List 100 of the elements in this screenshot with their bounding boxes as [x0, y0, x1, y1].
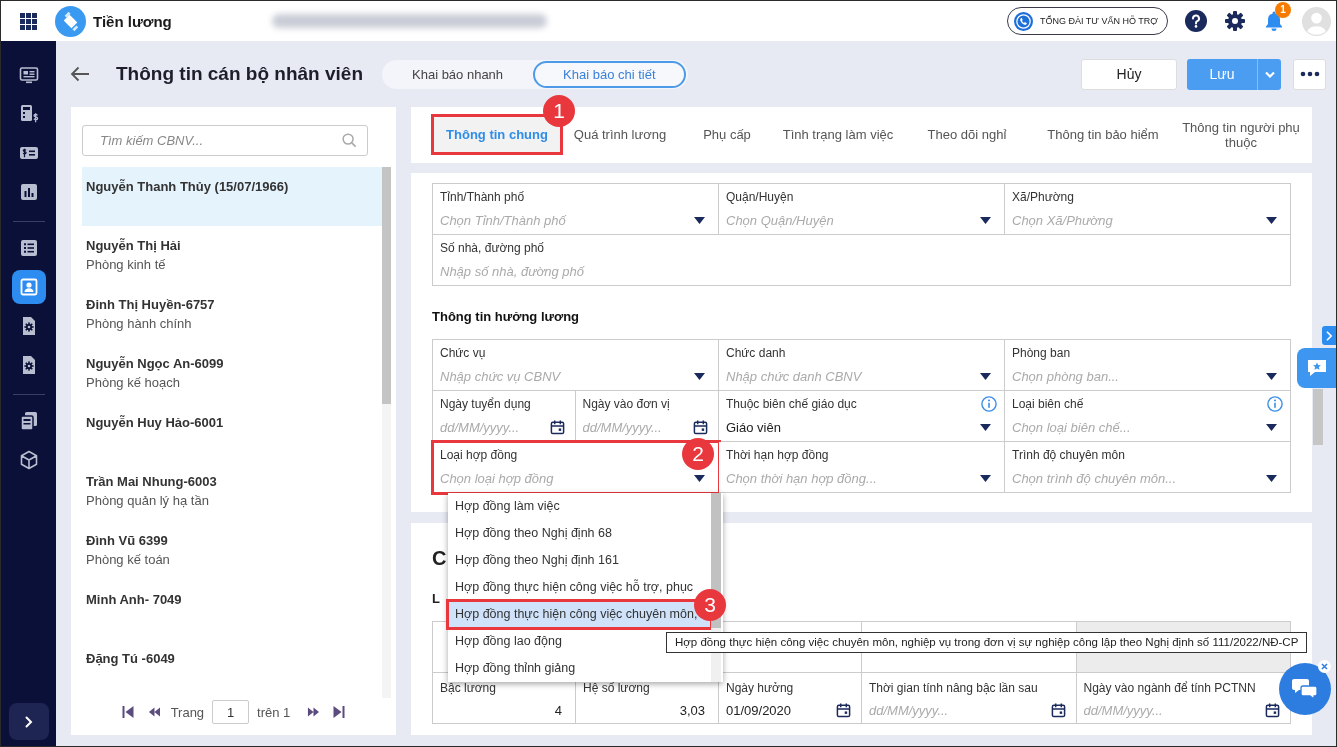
apps-grid-icon[interactable]	[20, 12, 37, 30]
number-field[interactable]: 4	[440, 700, 563, 720]
dropdown-field[interactable]: Chọn Quận/Huyện	[726, 210, 974, 230]
scrollbar-thumb[interactable]	[1313, 389, 1323, 445]
employee-list-item[interactable]: Minh Anh- 7049	[82, 580, 382, 639]
caret-icon[interactable]	[694, 372, 705, 380]
employee-list-item[interactable]: Nguyễn Ngọc An-6099 Phòng kế hoạch	[82, 344, 382, 403]
dropdown-field[interactable]: Chọn loại hợp đồng	[440, 468, 688, 488]
search-field[interactable]: Tìm kiếm CBNV...	[82, 125, 368, 156]
tab[interactable]: Tình trạng làm việc	[775, 116, 901, 153]
department-name: Phòng kế toán	[86, 552, 170, 568]
app-name: Tiền lương	[93, 12, 172, 30]
close-icon[interactable]	[1318, 660, 1331, 673]
settings-icon[interactable]	[1224, 10, 1246, 32]
tab[interactable]: Thông tin bảo hiểm	[1033, 116, 1173, 153]
dropdown-option[interactable]: Hợp đồng theo Nghị định 68	[448, 520, 711, 547]
employee-name: Nguyễn Thị Hải	[86, 238, 181, 254]
date-field[interactable]: dd/MM/yyyy...	[440, 417, 544, 437]
caret-icon[interactable]	[980, 216, 991, 224]
field-label: Phòng ban	[1012, 346, 1071, 360]
calendar-icon[interactable]	[1050, 702, 1066, 718]
first-page-icon[interactable]	[121, 706, 134, 718]
mode-tab[interactable]: Khai báo chi tiết	[533, 60, 686, 88]
employee-list-item[interactable]: Đinh Thị Huyền-6757 Phòng hành chính	[82, 285, 382, 344]
caret-icon[interactable]	[980, 372, 991, 380]
caret-icon[interactable]	[1266, 474, 1277, 482]
last-page-icon[interactable]	[333, 706, 346, 718]
field-label: Thời hạn hợp đồng	[726, 448, 829, 462]
tab[interactable]: Phụ cấp	[679, 116, 775, 153]
caret-icon[interactable]	[1266, 372, 1277, 380]
dropdown-field[interactable]: Chọn loại biên chế...	[1012, 417, 1260, 437]
back-arrow-icon[interactable]	[70, 66, 90, 82]
dropdown-field[interactable]: Chọn Tỉnh/Thành phố	[440, 210, 688, 230]
page-title: Thông tin cán bộ nhân viên	[116, 63, 363, 85]
phone-icon	[1013, 11, 1033, 31]
monitor-icon	[18, 65, 39, 85]
logo-icon	[55, 5, 86, 37]
expand-panel-button[interactable]	[1322, 326, 1336, 345]
section-title: C	[432, 546, 447, 570]
field-label: Ngày vào đơn vị	[582, 397, 670, 411]
caret-icon[interactable]	[694, 216, 705, 224]
chat-bubbles-icon	[1291, 677, 1319, 701]
employee-list-item[interactable]: Trần Mai Nhung-6003 Phòng quản lý hạ tần	[82, 462, 382, 521]
cancel-button[interactable]: Hủy	[1081, 58, 1177, 90]
info-icon[interactable]	[1267, 396, 1283, 412]
caret-icon[interactable]	[1266, 423, 1277, 431]
mode-tab[interactable]: Khai báo nhanh	[382, 60, 534, 88]
field-label: Ngày vào ngành để tính PCTNN	[1083, 681, 1256, 695]
caret-icon[interactable]	[980, 423, 991, 431]
date-field[interactable]: dd/MM/yyyy...	[1083, 700, 1259, 720]
employee-list-item[interactable]: Nguyễn Thị Hải Phòng kinh tế	[82, 226, 382, 285]
employee-list-item[interactable]: Nguyễn Huy Hảo-6001	[82, 403, 382, 462]
date-field[interactable]: 01/09/2020	[726, 700, 830, 720]
dropdown-field[interactable]: Chọn trình độ chuyên môn...	[1012, 468, 1260, 488]
expand-sidebar-button[interactable]	[8, 703, 49, 740]
dropdown-field[interactable]: Nhập chức vụ CBNV	[440, 366, 688, 386]
tab[interactable]: Thông tin người phụ thuộc	[1173, 116, 1309, 153]
step-number-badge: 2	[682, 438, 714, 470]
calendar-icon[interactable]	[1265, 702, 1280, 718]
employee-name: Nguyễn Thanh Thủy (15/07/1966)	[86, 179, 289, 195]
dropdown-option[interactable]: Hợp đồng thỉnh giảng	[448, 655, 711, 682]
field-label: Ngày tuyển dụng	[440, 397, 531, 411]
caret-icon[interactable]	[980, 474, 991, 482]
text-field[interactable]: Nhập số nhà, đường phố	[440, 261, 1278, 281]
next-page-icon[interactable]	[307, 706, 320, 718]
page-number-field[interactable]: 1	[212, 700, 250, 724]
info-icon[interactable]	[981, 396, 997, 412]
feedback-button[interactable]	[1297, 348, 1336, 388]
date-field[interactable]: dd/MM/yyyy...	[582, 417, 687, 437]
scrollbar-thumb[interactable]	[382, 167, 391, 404]
notification-badge: 1	[1275, 2, 1291, 18]
tab[interactable]: Theo dõi nghỉ	[901, 116, 1033, 153]
employee-list-item[interactable]: Đình Vũ 6399 Phòng kế toán	[82, 521, 382, 580]
calendar-icon[interactable]	[836, 702, 851, 718]
dropdown-field[interactable]: Chọn phòng ban...	[1012, 366, 1260, 386]
dropdown-field[interactable]: Nhập chức danh CBNV	[726, 366, 974, 386]
sidebar-item[interactable]	[11, 270, 46, 304]
dropdown-option[interactable]: Hợp đồng theo Nghị định 161	[448, 547, 711, 574]
more-button[interactable]	[1293, 58, 1326, 90]
calendar-icon[interactable]	[693, 419, 708, 435]
field-label: Hệ số lương	[583, 681, 650, 695]
hotline-button[interactable]: TỔNG ĐÀI TƯ VẤN HỖ TRỢ	[1006, 7, 1168, 35]
employee-list-item[interactable]: Nguyễn Thanh Thủy (15/07/1966)	[82, 167, 382, 226]
help-icon[interactable]	[1185, 10, 1207, 32]
previous-page-icon[interactable]	[147, 706, 160, 718]
employee-list-item[interactable]: Đặng Tú -6049	[82, 639, 382, 698]
stacked-documents-icon	[18, 411, 39, 431]
calendar-icon[interactable]	[549, 419, 565, 435]
dropdown-field[interactable]: Chọn Xã/Phường	[1012, 210, 1260, 230]
field-label: Thời gian tính nâng bậc lần sau	[869, 681, 1038, 695]
dropdown-option[interactable]: Hợp đồng làm việc	[448, 493, 711, 520]
date-field[interactable]: dd/MM/yyyy...	[869, 700, 1045, 720]
chevron-right-icon	[1325, 330, 1333, 341]
caret-icon[interactable]	[694, 474, 705, 482]
caret-icon[interactable]	[1266, 216, 1277, 224]
page-total: trên 1	[257, 704, 291, 720]
number-field[interactable]: 3,03	[583, 700, 706, 720]
employee-name: Đặng Tú -6049	[86, 651, 175, 667]
dropdown-field[interactable]: Giáo viên	[726, 417, 974, 437]
dropdown-field[interactable]: Chọn thời hạn hợp đồng...	[726, 468, 974, 488]
